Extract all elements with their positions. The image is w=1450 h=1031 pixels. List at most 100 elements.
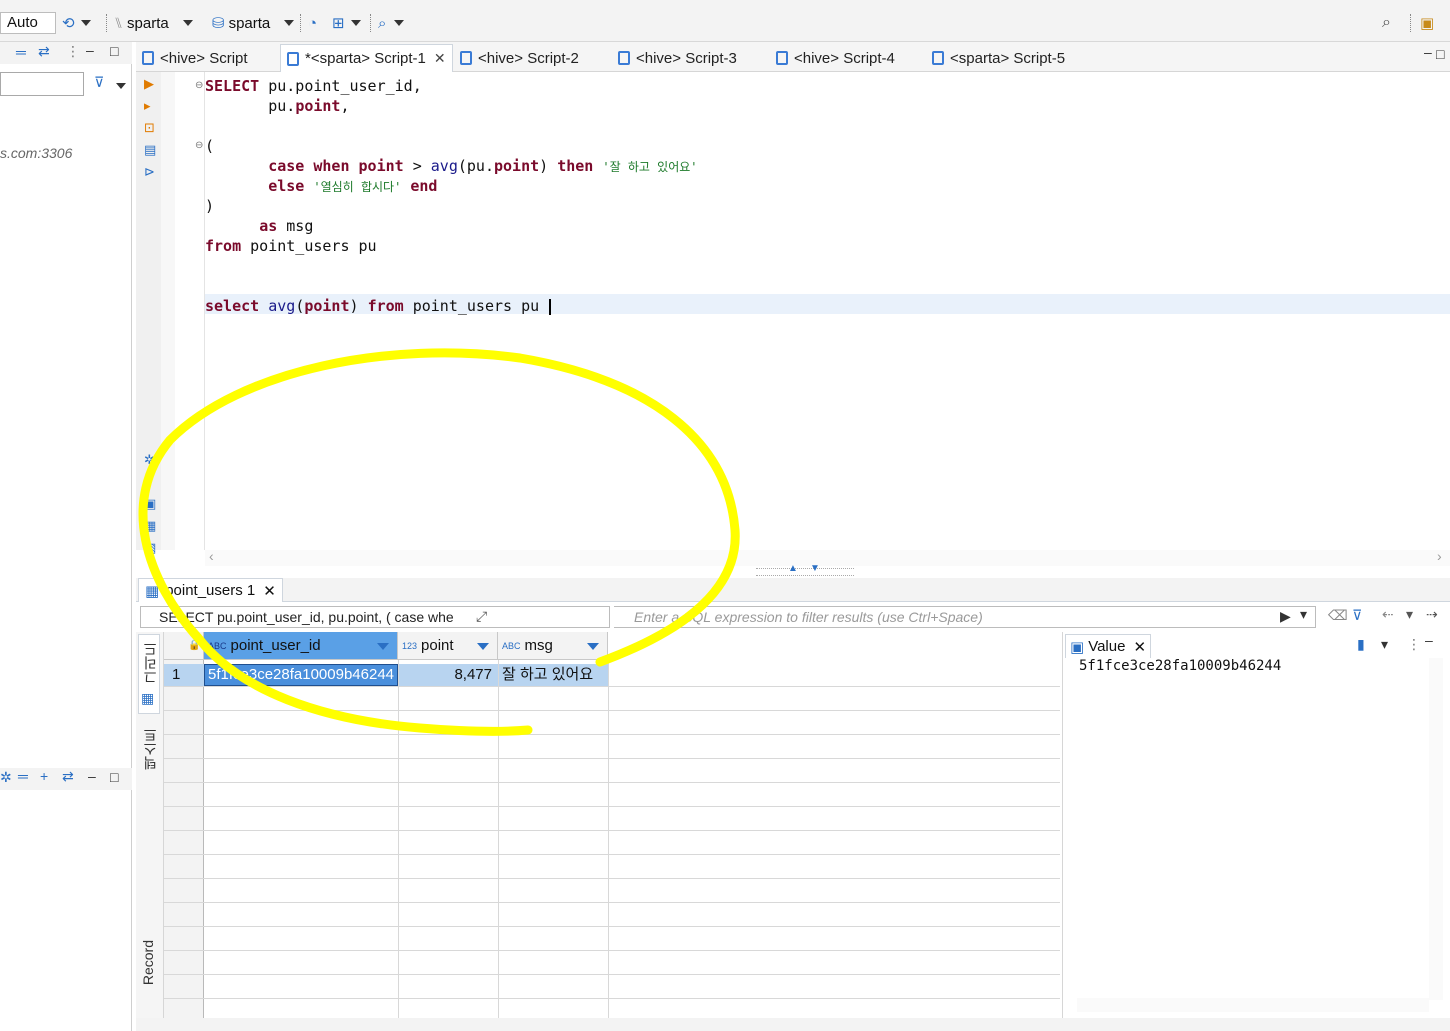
execute-script-icon[interactable]: ⊡ [144,120,155,136]
grid-row-line [164,830,1060,831]
project-toolbar: ✲ ═ + ⇄ – □ [0,768,132,790]
collapse-up-icon[interactable]: ▲ [788,563,798,574]
maximize-icon[interactable]: □ [1436,46,1444,62]
code-line-7: as msg [259,217,314,235]
dropdown-icon[interactable]: ▾ [1406,606,1413,623]
grid-row-line [164,710,1060,711]
export-icon[interactable]: ▦ [144,518,156,534]
menu-icon[interactable]: ⋮ [1407,636,1421,653]
settings-icon[interactable]: ✲ [0,769,12,786]
back-icon[interactable]: ⇠ [1382,606,1394,623]
tab-text[interactable]: 텍스트 [140,728,160,770]
cell-msg[interactable]: 잘 하고 있어요 [502,664,606,686]
script-icon [618,51,630,65]
tab-hive-script[interactable]: <hive> Script [142,46,248,70]
value-horizontal-scrollbar[interactable] [1077,998,1429,1012]
minimize-icon[interactable]: – [88,768,96,784]
value-viewer-panel: ▣ Value ✕ ▮ ▾ ⋮ – 5f1fce3ce28fa10009b462… [1062,632,1450,1018]
panel-settings-icon[interactable]: ▮ [1357,636,1365,653]
fold-toggle-icon[interactable]: ⊖ [195,80,203,91]
query-text-field[interactable]: SELECT pu.point_user_id, pu.point, ( cas… [140,606,610,628]
add-icon[interactable]: + [40,768,48,784]
schema-label: sparta [228,14,271,32]
navigator-toolbar: ═ ⇄ ⋮ – □ [0,42,132,64]
grid-corner[interactable]: 🔒 [164,632,204,660]
cell-point[interactable]: 8,477 [402,664,492,686]
import-icon[interactable]: ▧ [144,540,156,556]
grid-column-line [498,660,499,1018]
minimize-icon[interactable]: – [86,42,94,58]
script-icon [142,51,154,65]
filter-apply-icon[interactable]: ▶ [1280,608,1291,625]
forward-icon[interactable]: ⇢ [1426,606,1438,623]
expand-icon[interactable]: ⤢ [476,608,487,625]
connection-label[interactable]: s.com:3306 [0,145,72,161]
code-line-9: select avg(point) from point_users pu [205,296,552,316]
global-search-icon[interactable]: ⌕ [1382,12,1391,34]
close-icon[interactable]: ✕ [434,50,446,67]
filter-expression-input[interactable]: Enter a SQL expression to filter results… [614,606,1316,628]
sql-editor[interactable]: SELECT pu.point_user_id, pu.point, ( cas… [205,72,1450,550]
collapse-icon[interactable]: ═ [16,44,26,60]
tab-grid[interactable]: 그리드 [140,642,160,684]
datasource-label: sparta [127,14,169,32]
script-icon [287,51,299,66]
grid-icon: ▦ [141,690,155,706]
perspective-icon[interactable]: ▣ [1420,12,1434,34]
tab-point-users-1[interactable]: ▦ point_users 1 ✕ [138,578,283,602]
grid-row-line [164,734,1060,735]
row-number: 1 [172,666,181,683]
editor-results-splitter[interactable]: ▲ ▼ [136,563,1450,578]
explain-plan-icon[interactable]: ▤ [144,142,156,158]
link-icon[interactable]: ⇄ [62,768,74,785]
grid-column-line [398,660,399,1018]
grid-row-line [164,902,1060,903]
execute-statement-icon[interactable]: ▶ [144,76,154,92]
search-icon[interactable]: ⌕ [378,12,405,34]
value-vertical-scrollbar[interactable] [1429,658,1443,1000]
dashboard-icon[interactable]: ◔ [308,12,317,34]
tab-hive-script-3[interactable]: <hive> Script-3 [618,46,737,70]
network-icon[interactable]: ⊞ [332,12,361,34]
column-header-point-user-id[interactable]: ABC point_user_id [204,632,398,660]
minimize-icon[interactable]: – [1424,44,1432,60]
datasource-selector[interactable]: ⑊ sparta [114,12,193,34]
maximize-icon[interactable]: □ [110,43,118,59]
editor-horizontal-scrollbar[interactable]: ‹ › [205,548,1450,566]
maximize-icon[interactable]: □ [110,769,118,785]
tab-record[interactable]: Record [140,940,156,985]
transaction-mode-select[interactable]: Auto [0,12,56,34]
cell-point-user-id[interactable]: 5f1fce3ce28fa10009b46244 [208,664,396,686]
grid-row-line [164,686,1060,687]
settings-icon[interactable]: ✲ [144,452,155,468]
menu-icon[interactable]: ⋮ [66,43,80,60]
value-content[interactable]: 5f1fce3ce28fa10009b46244 [1079,658,1281,674]
grid-row-line [164,878,1060,879]
tab-hive-script-2[interactable]: <hive> Script-2 [460,46,579,70]
tab-sparta-script-5[interactable]: <sparta> Script-5 [932,46,1065,70]
filter-icon[interactable]: ⊽ [1352,607,1362,624]
filter-icon[interactable]: ⊽ [94,74,104,91]
minimize-icon[interactable]: – [1425,632,1433,648]
close-icon[interactable]: ✕ [263,582,276,600]
link-icon[interactable]: ⇄ [38,43,50,60]
column-header-msg[interactable]: ABC msg [498,632,608,660]
dropdown-icon[interactable]: ▾ [1381,636,1388,653]
fold-toggle-icon[interactable]: ⊖ [195,140,203,151]
collapse-icon[interactable]: ═ [18,768,28,784]
column-header-point[interactable]: 123 point [398,632,498,660]
navigator-filter-input[interactable] [0,72,84,96]
collapse-down-icon[interactable]: ▼ [810,563,820,574]
tab-sparta-script-1[interactable]: *<sparta> Script-1 ✕ [280,44,453,72]
schema-selector[interactable]: ⛁ sparta [212,12,295,34]
close-icon[interactable]: ✕ [1133,638,1146,656]
execute-new-tab-icon[interactable]: ▸ [144,98,151,114]
terminal-icon[interactable]: ⊳ [144,164,155,180]
filter-history-icon[interactable]: ▾ [1300,606,1307,623]
tab-value[interactable]: ▣ Value ✕ [1065,634,1152,658]
save-icon[interactable]: ▣ [144,496,156,512]
code-line-8: from point_users pu [205,237,377,255]
eraser-icon[interactable]: ⌫ [1328,607,1348,624]
history-icon[interactable]: ⟲ [62,12,91,34]
tab-hive-script-4[interactable]: <hive> Script-4 [776,46,895,70]
